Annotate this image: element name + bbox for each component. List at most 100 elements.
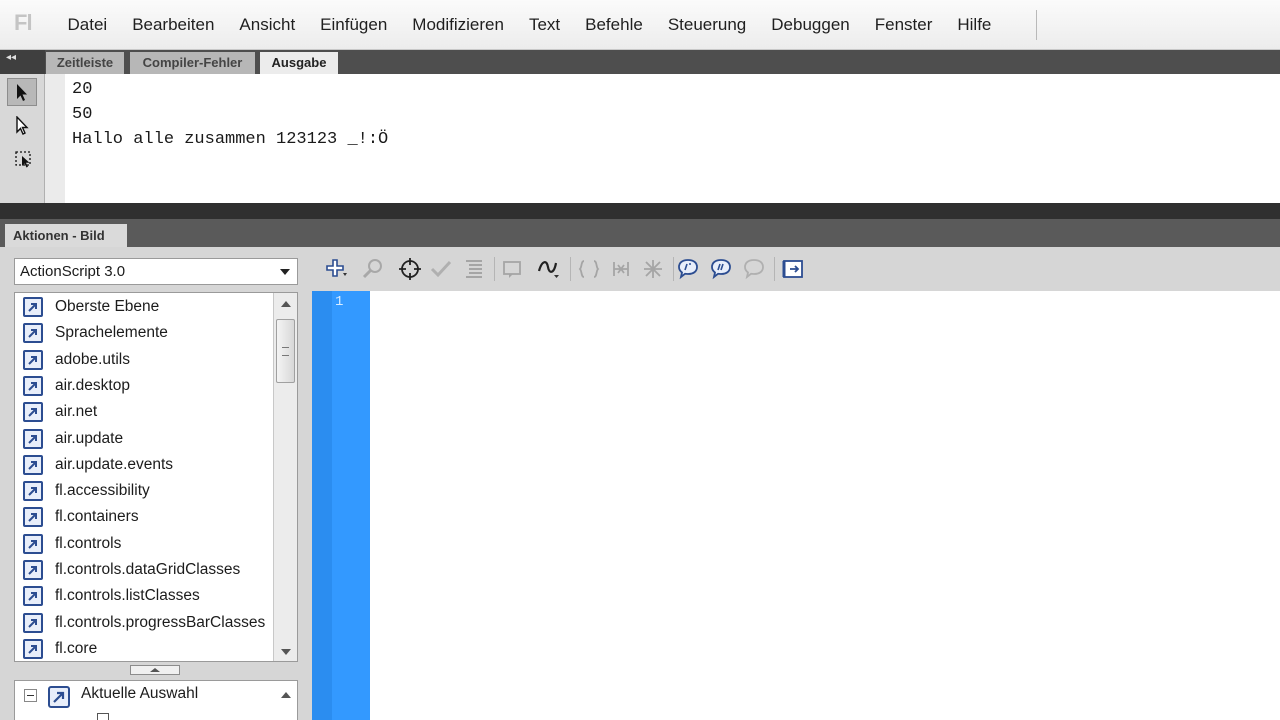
package-list-item[interactable]: adobe.utils: [15, 347, 275, 373]
script-editor[interactable]: [370, 291, 1280, 720]
auto-format-button[interactable]: [462, 257, 486, 281]
package-label: fl.controls.dataGridClasses: [55, 561, 241, 578]
package-label: fl.accessibility: [55, 482, 150, 500]
package-icon: [23, 560, 43, 580]
target-path-button[interactable]: [398, 257, 422, 281]
remove-comment-icon: [744, 259, 764, 280]
menu-separator: [1036, 10, 1037, 40]
package-list-item[interactable]: fl.controls.dataGridClasses: [15, 557, 275, 583]
tree-collapse-toggle[interactable]: [24, 689, 37, 702]
actions-panel-header: Aktionen - Bild: [0, 221, 1280, 247]
package-list-item[interactable]: air.update: [15, 426, 275, 452]
scroll-down-icon[interactable]: [281, 649, 291, 655]
toolbar-separator: [494, 257, 495, 281]
toolbar-separator: [673, 257, 674, 281]
collapse-braces-button[interactable]: [577, 257, 601, 281]
check-syntax-icon: [430, 260, 452, 278]
tab-ausgabe[interactable]: Ausgabe: [260, 52, 338, 74]
menu-bearbeiten[interactable]: Bearbeiten: [120, 0, 227, 50]
package-list-item[interactable]: fl.containers: [15, 504, 275, 530]
package-label: fl.controls: [55, 534, 122, 552]
menu-ansicht[interactable]: Ansicht: [227, 0, 308, 50]
menu-bar: Fl Datei Bearbeiten Ansicht Einfügen Modifiz…: [0, 0, 1280, 50]
package-icon: [23, 349, 43, 370]
menu-steuerung[interactable]: Steuerung: [655, 0, 758, 50]
auto-format-icon: [466, 260, 482, 278]
menu-befehle[interactable]: Befehle: [573, 0, 656, 50]
find-icon: [362, 259, 382, 279]
package-list-item[interactable]: air.net: [15, 399, 275, 425]
check-syntax-button[interactable]: [429, 257, 453, 281]
apply-line-comment-button[interactable]: [709, 257, 733, 281]
tab-zeitleiste[interactable]: Zeitleiste: [46, 52, 124, 74]
expand-all-button[interactable]: [641, 257, 665, 281]
breakpoint-margin[interactable]: [312, 291, 332, 720]
toolbar-separator: [774, 257, 775, 281]
package-label: fl.core: [55, 639, 98, 657]
show-hide-toolbox-button[interactable]: [781, 257, 805, 281]
tab-compiler-fehler[interactable]: Compiler-Fehler: [130, 52, 255, 74]
debug-options-icon: [537, 261, 559, 278]
code-hint-button[interactable]: [501, 257, 525, 281]
package-label: fl.controls.progressBarClasses: [55, 613, 266, 631]
panel-divider[interactable]: [0, 203, 1280, 221]
package-list-item[interactable]: fl.controls.listClasses: [15, 583, 275, 609]
package-list-item[interactable]: fl.core: [15, 636, 275, 661]
apply-line-comment-icon: [711, 259, 731, 280]
package-list-item[interactable]: fl.controls: [15, 531, 275, 557]
line-number: 1: [335, 294, 344, 310]
package-label: fl.controls.listClasses: [55, 587, 200, 605]
tree-item-aktuelle-auswahl[interactable]: Aktuelle Auswahl: [81, 685, 198, 703]
collapse-selection-button[interactable]: [609, 257, 633, 281]
add-item-button[interactable]: [324, 257, 348, 281]
package-list-item[interactable]: fl.controls.progressBarClasses: [15, 610, 275, 636]
package-icon: [23, 428, 43, 449]
package-label: air.desktop: [55, 376, 130, 394]
output-line: 20: [72, 80, 93, 99]
collapse-panel-button[interactable]: ◂◂: [0, 50, 45, 74]
package-list-scrollbar[interactable]: [273, 293, 297, 661]
package-list-item[interactable]: fl.accessibility: [15, 478, 275, 504]
scroll-up-icon[interactable]: [281, 301, 291, 307]
toolbar-separator: [570, 257, 571, 281]
subselection-tool[interactable]: [7, 111, 37, 139]
collapse-braces-icon: [578, 260, 600, 278]
package-icon: [23, 454, 43, 475]
package-label: Oberste Ebene: [55, 298, 160, 315]
package-label: air.update.events: [55, 455, 174, 473]
package-list-item[interactable]: air.desktop: [15, 373, 275, 399]
package-list-item[interactable]: Oberste Ebene: [15, 294, 275, 320]
package-label: air.update: [55, 429, 124, 447]
menu-datei[interactable]: Datei: [55, 0, 120, 50]
free-transform-icon: [15, 151, 31, 168]
output-gutter: [45, 74, 65, 203]
script-toolbar: [312, 247, 1280, 291]
menu-hilfe[interactable]: Hilfe: [945, 0, 1004, 50]
package-list-item[interactable]: air.update.events: [15, 452, 275, 478]
menu-debuggen[interactable]: Debuggen: [759, 0, 862, 50]
package-list-item[interactable]: Sprachelemente: [15, 320, 275, 346]
apply-block-comment-button[interactable]: [676, 257, 700, 281]
menu-einfügen[interactable]: Einfügen: [308, 0, 400, 50]
scroll-thumb[interactable]: [276, 319, 295, 383]
scroll-up-icon[interactable]: [281, 692, 291, 698]
language-select[interactable]: ActionScript 3.0: [14, 258, 298, 285]
menu-text[interactable]: Text: [516, 0, 572, 50]
package-list: Oberste Ebene Sprachelemente adobe.utils ai…: [14, 292, 298, 662]
debug-options-button[interactable]: [536, 257, 560, 281]
target-path-icon: [399, 258, 421, 280]
subselection-arrow-icon: [16, 116, 29, 135]
output-panel: ◂◂ Zeitleiste Compiler-Fehler Ausgabe 20…: [0, 50, 1280, 203]
output-line: Hallo alle zusammen 123123 _!:Ö: [72, 130, 389, 149]
tab-aktionen-bild[interactable]: Aktionen - Bild: [5, 224, 127, 247]
free-transform-tool[interactable]: [7, 144, 37, 172]
split-handle[interactable]: [130, 665, 180, 675]
package-icon: [23, 402, 43, 423]
menu-modifizieren[interactable]: Modifizieren: [400, 0, 517, 50]
menu-fenster[interactable]: Fenster: [862, 0, 945, 50]
selection-tool[interactable]: [7, 78, 37, 106]
remove-comment-button[interactable]: [742, 257, 766, 281]
find-button[interactable]: [361, 257, 385, 281]
package-label: Sprachelemente: [55, 324, 168, 342]
tools-panel: [0, 74, 45, 203]
